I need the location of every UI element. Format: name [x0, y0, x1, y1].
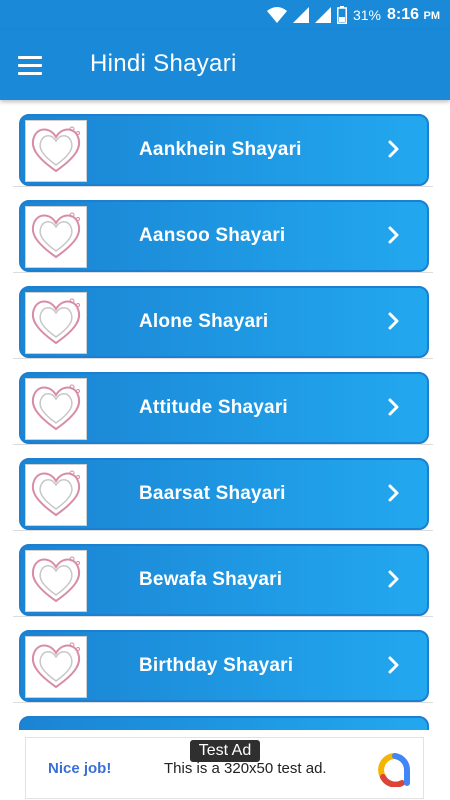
- signal-icon: [292, 7, 309, 23]
- hamburger-menu-icon[interactable]: [18, 50, 52, 80]
- love-blossoms-thumbnail: [25, 464, 87, 526]
- category-card[interactable]: Attitude Shayari: [19, 372, 429, 444]
- list-item: Attitude Shayari: [13, 358, 433, 445]
- app-bar: Hindi Shayari: [0, 30, 450, 100]
- chevron-right-icon: [385, 482, 403, 504]
- love-blossoms-thumbnail: [25, 378, 87, 440]
- chevron-right-icon: [385, 568, 403, 590]
- signal-icon: [314, 7, 331, 23]
- list-item: Baarsat Shayari: [13, 444, 433, 531]
- ad-nice-text: Nice job!: [48, 760, 112, 777]
- status-bar: 31% 8:16 PM: [0, 0, 450, 30]
- category-label: Bewafa Shayari: [139, 569, 283, 590]
- category-card[interactable]: Bewafa Shayari: [19, 544, 429, 616]
- battery-percentage: 31%: [352, 7, 382, 23]
- category-card[interactable]: Baarsat Shayari: [19, 458, 429, 530]
- chevron-right-icon: [385, 224, 403, 246]
- status-time-suffix: PM: [423, 10, 441, 22]
- love-blossoms-thumbnail: [25, 120, 87, 182]
- battery-icon: [336, 6, 347, 24]
- category-label: Aankhein Shayari: [139, 139, 302, 160]
- category-label: Birthday Shayari: [139, 655, 294, 676]
- status-time: 8:16 PM: [387, 6, 440, 24]
- status-icons: 31% 8:16 PM: [266, 4, 440, 26]
- test-ad-badge: Test Ad: [190, 740, 260, 762]
- category-card[interactable]: Birthday Shayari: [19, 630, 429, 702]
- category-card[interactable]: Aansoo Shayari: [19, 200, 429, 272]
- category-label: Baarsat Shayari: [139, 483, 286, 504]
- chevron-right-icon: [385, 654, 403, 676]
- ad-choices-icon[interactable]: [378, 753, 412, 788]
- love-blossoms-thumbnail: [25, 292, 87, 354]
- status-time-value: 8:16: [387, 6, 420, 23]
- list-item: Aansoo Shayari: [13, 186, 433, 273]
- list-item: Aankhein Shayari: [13, 100, 433, 187]
- list-item: [13, 702, 433, 730]
- category-card[interactable]: Aankhein Shayari: [19, 114, 429, 186]
- category-card[interactable]: [19, 716, 429, 730]
- category-list[interactable]: Aankhein Shayari Aansoo Shayari Alone Sh…: [0, 100, 450, 730]
- category-label: Attitude Shayari: [139, 397, 288, 418]
- love-blossoms-thumbnail: [25, 550, 87, 612]
- list-item: Birthday Shayari: [13, 616, 433, 703]
- list-item: Bewafa Shayari: [13, 530, 433, 617]
- ad-body-text: This is a 320x50 test ad.: [164, 760, 327, 777]
- wifi-icon: [266, 7, 287, 23]
- love-blossoms-thumbnail: [25, 206, 87, 268]
- chevron-right-icon: [385, 310, 403, 332]
- page-title: Hindi Shayari: [90, 50, 237, 77]
- chevron-right-icon: [385, 396, 403, 418]
- category-label: Alone Shayari: [139, 311, 269, 332]
- list-item: Alone Shayari: [13, 272, 433, 359]
- category-card[interactable]: Alone Shayari: [19, 286, 429, 358]
- category-label: Aansoo Shayari: [139, 225, 286, 246]
- love-blossoms-thumbnail: [25, 636, 87, 698]
- chevron-right-icon: [385, 138, 403, 160]
